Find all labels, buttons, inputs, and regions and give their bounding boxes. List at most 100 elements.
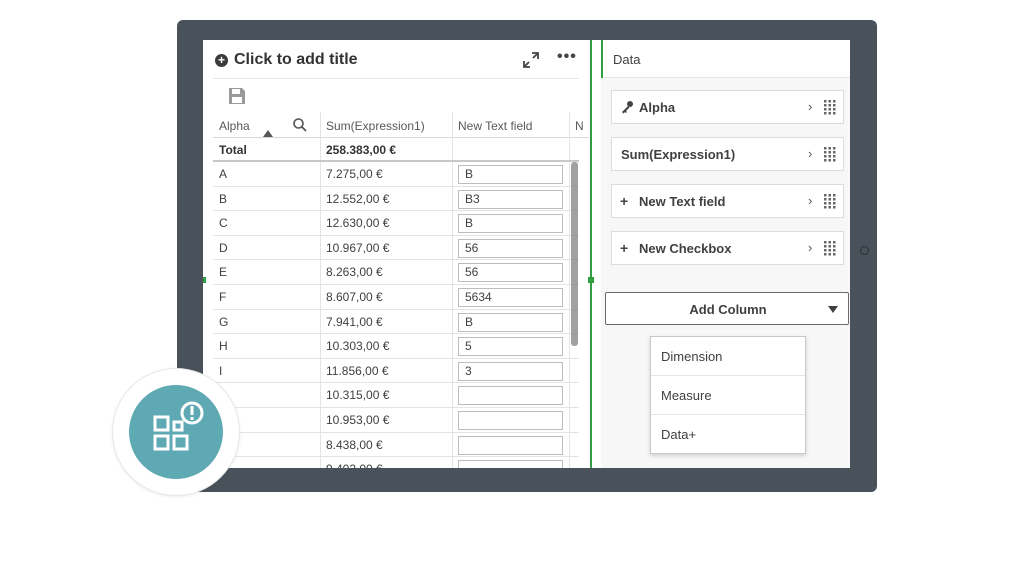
camera-dot [860, 246, 869, 255]
field-label: New Checkbox [639, 241, 732, 256]
badge-circle [129, 385, 223, 479]
table-row[interactable]: B 12.552,00 € B3 [213, 187, 579, 212]
column-header-text-field[interactable]: New Text field [458, 112, 532, 138]
selection-divider [590, 40, 592, 468]
chart-title[interactable]: Click to add title [234, 51, 358, 69]
plus-icon: + [620, 240, 629, 256]
cell-sum: 10.967,00 € [326, 240, 390, 255]
table-row[interactable]: 8.438,00 € [213, 433, 579, 458]
data-panel-header: Data [601, 40, 850, 78]
table-row[interactable]: E 8.263,00 € 56 [213, 260, 579, 285]
cell-sum: 10.303,00 € [326, 339, 390, 354]
drag-handle-icon[interactable] [824, 147, 836, 162]
app-screen: + Click to add title ••• Alpha Sum(Expre… [203, 40, 850, 468]
cell-alpha: E [219, 265, 228, 280]
cell-sum: 8.607,00 € [326, 289, 383, 304]
cell-alpha: F [219, 289, 227, 304]
table-row[interactable]: D 10.967,00 € 56 [213, 236, 579, 261]
field-item-new-checkbox[interactable]: + New Checkbox › [611, 231, 844, 265]
text-field-input[interactable]: 5 [458, 337, 563, 357]
text-field-input[interactable]: B [458, 214, 563, 234]
total-value: 258.383,00 € [326, 143, 397, 157]
field-item-new-text-field[interactable]: + New Text field › [611, 184, 844, 218]
text-field-input[interactable] [458, 460, 563, 468]
cell-sum: 12.630,00 € [326, 216, 390, 231]
table-row[interactable]: F 8.607,00 € 5634 [213, 285, 579, 310]
cell-alpha: A [219, 167, 228, 181]
table-row[interactable]: 9.402,00 € [213, 457, 579, 468]
chevron-right-icon[interactable]: › [808, 146, 812, 161]
text-field-input[interactable] [458, 386, 563, 406]
text-field-input[interactable]: 56 [458, 238, 563, 258]
table-body: A 7.275,00 € B B 12.552,00 € B3 C 12.630,00 €… [213, 162, 579, 468]
cell-sum: 7.275,00 € [326, 167, 383, 181]
divider [213, 78, 579, 79]
text-field-input[interactable]: 3 [458, 361, 563, 381]
feature-badge [113, 369, 239, 495]
menu-item-data-plus[interactable]: Data+ [651, 415, 805, 454]
search-icon[interactable] [292, 117, 308, 133]
text-field-input[interactable] [458, 435, 563, 455]
text-field-input[interactable] [458, 410, 563, 430]
text-field-input[interactable]: B [458, 312, 563, 332]
text-field-input[interactable]: 5634 [458, 287, 563, 307]
column-header-alpha[interactable]: Alpha [219, 112, 250, 138]
vertical-scrollbar[interactable] [571, 162, 578, 346]
drag-handle-icon[interactable] [824, 194, 836, 209]
key-icon [622, 101, 633, 114]
drag-handle-icon[interactable] [824, 100, 836, 115]
chevron-right-icon[interactable]: › [808, 240, 812, 255]
table-row[interactable]: 10.315,00 € [213, 383, 579, 408]
plus-icon: + [620, 193, 629, 209]
drag-handle-icon[interactable] [824, 241, 836, 256]
resize-handle[interactable] [203, 277, 206, 283]
column-header-truncated[interactable]: N [575, 112, 584, 138]
table-row[interactable]: G 7.941,00 € B [213, 310, 579, 335]
save-icon[interactable] [227, 86, 247, 106]
add-column-menu: Dimension Measure Data+ [650, 336, 806, 454]
table-row[interactable]: A 7.275,00 € B [213, 162, 579, 187]
total-row: Total 258.383,00 € [213, 138, 579, 162]
table-header: Alpha Sum(Expression1) New Text field N [213, 112, 589, 138]
cell-sum: 12.552,00 € [326, 191, 390, 206]
column-header-sum[interactable]: Sum(Expression1) [326, 112, 425, 138]
menu-item-measure[interactable]: Measure [651, 376, 805, 415]
text-field-input[interactable]: B [458, 165, 563, 184]
cell-sum: 7.941,00 € [326, 314, 383, 329]
sort-icon[interactable] [263, 130, 273, 137]
field-label: Alpha [639, 100, 676, 115]
text-field-input[interactable]: B3 [458, 189, 563, 209]
cell-sum: 10.953,00 € [326, 412, 390, 427]
cell-alpha: C [219, 216, 228, 231]
data-panel: Data Alpha › Sum(Expression1) › + New Te… [601, 40, 850, 468]
data-panel-title: Data [613, 52, 641, 67]
apps-alert-icon [153, 401, 204, 451]
plus-circle-icon: + [215, 53, 228, 67]
field-item-alpha[interactable]: Alpha › [611, 90, 844, 124]
cell-sum: 11.856,00 € [326, 363, 389, 378]
chevron-right-icon[interactable]: › [808, 193, 812, 208]
cell-alpha: G [219, 314, 229, 329]
cell-sum: 8.438,00 € [326, 437, 383, 452]
table-row[interactable]: I 11.856,00 € 3 [213, 359, 579, 384]
caret-down-icon [828, 306, 838, 313]
expand-icon[interactable] [521, 50, 541, 70]
cell-alpha: B [219, 191, 228, 206]
cell-sum: 9.402,00 € [326, 457, 383, 468]
field-item-sum[interactable]: Sum(Expression1) › [611, 137, 844, 171]
cell-alpha: H [219, 339, 228, 354]
menu-item-dimension[interactable]: Dimension [651, 337, 805, 376]
text-field-input[interactable]: 56 [458, 263, 563, 283]
table-row[interactable]: 10.953,00 € [213, 408, 579, 433]
add-column-button[interactable]: Add Column [605, 292, 849, 325]
cell-sum: 10.315,00 € [326, 388, 390, 403]
chevron-right-icon[interactable]: › [808, 99, 812, 114]
table-row[interactable]: C 12.630,00 € B [213, 211, 579, 236]
title-row[interactable]: + Click to add title [215, 50, 358, 70]
more-icon[interactable]: ••• [557, 48, 577, 66]
table-row[interactable]: H 10.303,00 € 5 [213, 334, 579, 359]
cell-sum: 8.263,00 € [326, 265, 383, 280]
field-label: New Text field [639, 194, 726, 209]
resize-handle[interactable] [588, 277, 594, 283]
add-column-label: Add Column [689, 302, 767, 317]
